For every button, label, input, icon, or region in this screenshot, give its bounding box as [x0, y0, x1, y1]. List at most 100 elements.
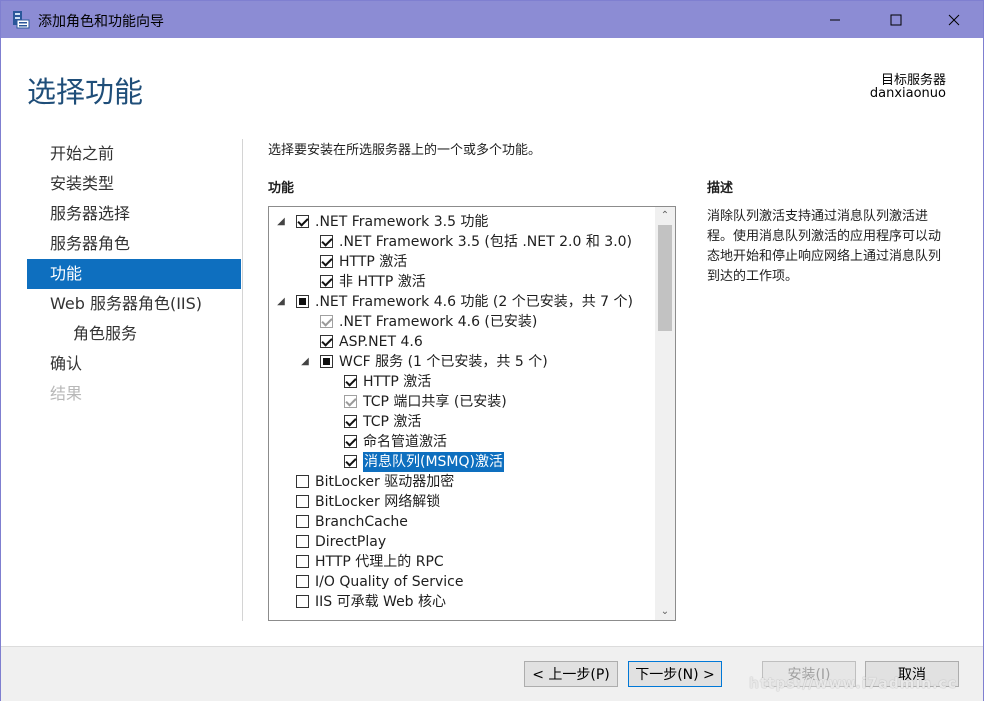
feature-checkbox[interactable]	[296, 295, 309, 308]
feature-label[interactable]: TCP 激活	[363, 412, 421, 432]
feature-label[interactable]: 命名管道激活	[363, 432, 447, 452]
tree-row[interactable]: .NET Framework 3.5 (包括 .NET 2.0 和 3.0)	[269, 232, 653, 252]
maximize-button[interactable]	[873, 1, 919, 38]
close-icon	[948, 14, 960, 25]
feature-checkbox[interactable]	[344, 435, 357, 448]
feature-checkbox[interactable]	[296, 495, 309, 508]
expand-collapse-icon[interactable]: ◢	[299, 352, 311, 372]
minimize-icon	[830, 19, 840, 20]
tree-row[interactable]: HTTP 代理上的 RPC	[269, 552, 653, 572]
nav-divider	[242, 139, 243, 621]
description-text: 消除队列激活支持通过消息队列激活进程。使用消息队列激活的应用程序可以动态地开始和…	[707, 209, 942, 284]
feature-label[interactable]: TCP 端口共享 (已安装)	[363, 392, 507, 412]
feature-checkbox[interactable]	[344, 455, 357, 468]
feature-checkbox[interactable]	[296, 555, 309, 568]
expand-collapse-icon[interactable]: ◢	[275, 292, 287, 312]
nav-item-web-server-role[interactable]: Web 服务器角色(IIS)	[27, 289, 241, 319]
tree-row[interactable]: ASP.NET 4.6	[269, 332, 653, 352]
feature-checkbox[interactable]	[296, 575, 309, 588]
tree-row[interactable]: DirectPlay	[269, 532, 653, 552]
feature-checkbox[interactable]	[296, 535, 309, 548]
feature-label[interactable]: BitLocker 网络解锁	[315, 492, 440, 512]
nav-item-results: 结果	[50, 384, 83, 403]
tree-row[interactable]: BitLocker 网络解锁	[269, 492, 653, 512]
feature-label[interactable]: IIS 可承载 Web 核心	[315, 592, 446, 612]
tree-row[interactable]: HTTP 激活	[269, 252, 653, 272]
tree-row[interactable]: .NET Framework 4.6 (已安装)	[269, 312, 653, 332]
chevron-up-icon: ⌃	[660, 210, 670, 221]
tree-row[interactable]: BitLocker 驱动器加密	[269, 472, 653, 492]
tree-row[interactable]: ◢ .NET Framework 3.5 功能	[269, 212, 653, 232]
feature-label[interactable]: .NET Framework 3.5 功能	[315, 212, 488, 232]
nav-item-role-services[interactable]: 角色服务	[27, 319, 241, 349]
feature-label[interactable]: HTTP 激活	[339, 252, 407, 272]
expand-collapse-icon[interactable]: ◢	[275, 212, 287, 232]
tree-row[interactable]: BranchCache	[269, 512, 653, 532]
window-title: 添加角色和功能向导	[38, 14, 164, 30]
minimize-button[interactable]	[812, 1, 858, 38]
description-heading: 描述	[707, 181, 734, 196]
instruction-text: 选择要安装在所选服务器上的一个或多个功能。	[268, 143, 542, 158]
tree-scrollbar[interactable]: ⌃ ⌄	[655, 207, 675, 620]
nav-item-before-you-begin[interactable]: 开始之前	[27, 139, 241, 169]
nav-item-server-roles[interactable]: 服务器角色	[27, 229, 241, 259]
feature-label[interactable]: DirectPlay	[315, 532, 386, 552]
feature-checkbox[interactable]	[296, 215, 309, 228]
feature-checkbox[interactable]	[320, 255, 333, 268]
feature-label[interactable]: HTTP 激活	[363, 372, 431, 392]
maximize-icon	[890, 14, 902, 25]
nav-item-features[interactable]: 功能	[27, 259, 241, 289]
feature-label[interactable]: HTTP 代理上的 RPC	[315, 552, 444, 572]
nav-item-confirmation[interactable]: 确认	[27, 349, 241, 379]
feature-checkbox[interactable]	[320, 235, 333, 248]
tree-row[interactable]: TCP 激活	[269, 412, 653, 432]
tree-row[interactable]: IIS 可承载 Web 核心	[269, 592, 653, 612]
feature-checkbox[interactable]	[344, 415, 357, 428]
wizard-window: 添加角色和功能向导 选择功能 目标服务器 danxiaonuo 开始之前 安装类…	[0, 0, 984, 701]
tree-row[interactable]: HTTP 激活	[269, 372, 653, 392]
features-tree[interactable]: ◢ .NET Framework 3.5 功能 .NET Framework 3.5…	[268, 206, 676, 621]
tree-row[interactable]: I/O Quality of Service	[269, 572, 653, 592]
tree-row[interactable]: ◢ WCF 服务 (1 个已安装，共 5 个)	[269, 352, 653, 372]
nav-item-installation-type[interactable]: 安装类型	[27, 169, 241, 199]
chevron-down-icon: ⌄	[660, 606, 670, 617]
feature-checkbox[interactable]	[344, 375, 357, 388]
next-button[interactable]: 下一步(N) >	[628, 661, 722, 687]
feature-label[interactable]: 消息队列(MSMQ)激活	[363, 452, 504, 472]
scroll-down-button[interactable]: ⌄	[655, 603, 675, 620]
feature-label[interactable]: WCF 服务 (1 个已安装，共 5 个)	[339, 352, 548, 372]
feature-label[interactable]: BitLocker 驱动器加密	[315, 472, 454, 492]
feature-checkbox	[344, 395, 357, 408]
tree-row[interactable]: TCP 端口共享 (已安装)	[269, 392, 653, 412]
feature-label[interactable]: 非 HTTP 激活	[339, 272, 426, 292]
feature-label[interactable]: ASP.NET 4.6	[339, 332, 423, 352]
server-manager-icon	[13, 11, 30, 29]
feature-checkbox[interactable]	[320, 355, 333, 368]
feature-checkbox[interactable]	[320, 275, 333, 288]
feature-label[interactable]: I/O Quality of Service	[315, 572, 463, 592]
title-bar[interactable]: 添加角色和功能向导	[1, 1, 983, 38]
page-title: 选择功能	[27, 75, 144, 109]
tree-row[interactable]: ◢ .NET Framework 4.6 功能 (2 个已安装，共 7 个)	[269, 292, 653, 312]
feature-checkbox[interactable]	[296, 595, 309, 608]
close-button[interactable]	[931, 1, 977, 38]
nav-item-server-selection[interactable]: 服务器选择	[27, 199, 241, 229]
feature-checkbox[interactable]	[320, 335, 333, 348]
tree-row[interactable]: 消息队列(MSMQ)激活	[269, 452, 653, 472]
feature-label[interactable]: .NET Framework 4.6 功能 (2 个已安装，共 7 个)	[315, 292, 633, 312]
scroll-up-button[interactable]: ⌃	[655, 207, 675, 224]
target-server-name: danxiaonuo	[869, 86, 946, 101]
feature-label[interactable]: .NET Framework 3.5 (包括 .NET 2.0 和 3.0)	[339, 232, 632, 252]
tree-row[interactable]: 非 HTTP 激活	[269, 272, 653, 292]
wizard-nav: 开始之前 安装类型 服务器选择 服务器角色 功能 Web 服务器角色(IIS) …	[27, 139, 241, 409]
feature-checkbox[interactable]	[296, 515, 309, 528]
feature-label[interactable]: .NET Framework 4.6 (已安装)	[339, 312, 537, 332]
feature-label[interactable]: BranchCache	[315, 512, 408, 532]
feature-checkbox[interactable]	[296, 475, 309, 488]
feature-checkbox	[320, 315, 333, 328]
watermark-text: https://www.i7admin.cc	[749, 676, 958, 692]
previous-button[interactable]: < 上一步(P)	[524, 661, 618, 687]
scroll-thumb[interactable]	[658, 225, 672, 331]
features-heading: 功能	[268, 181, 295, 196]
tree-row[interactable]: 命名管道激活	[269, 432, 653, 452]
